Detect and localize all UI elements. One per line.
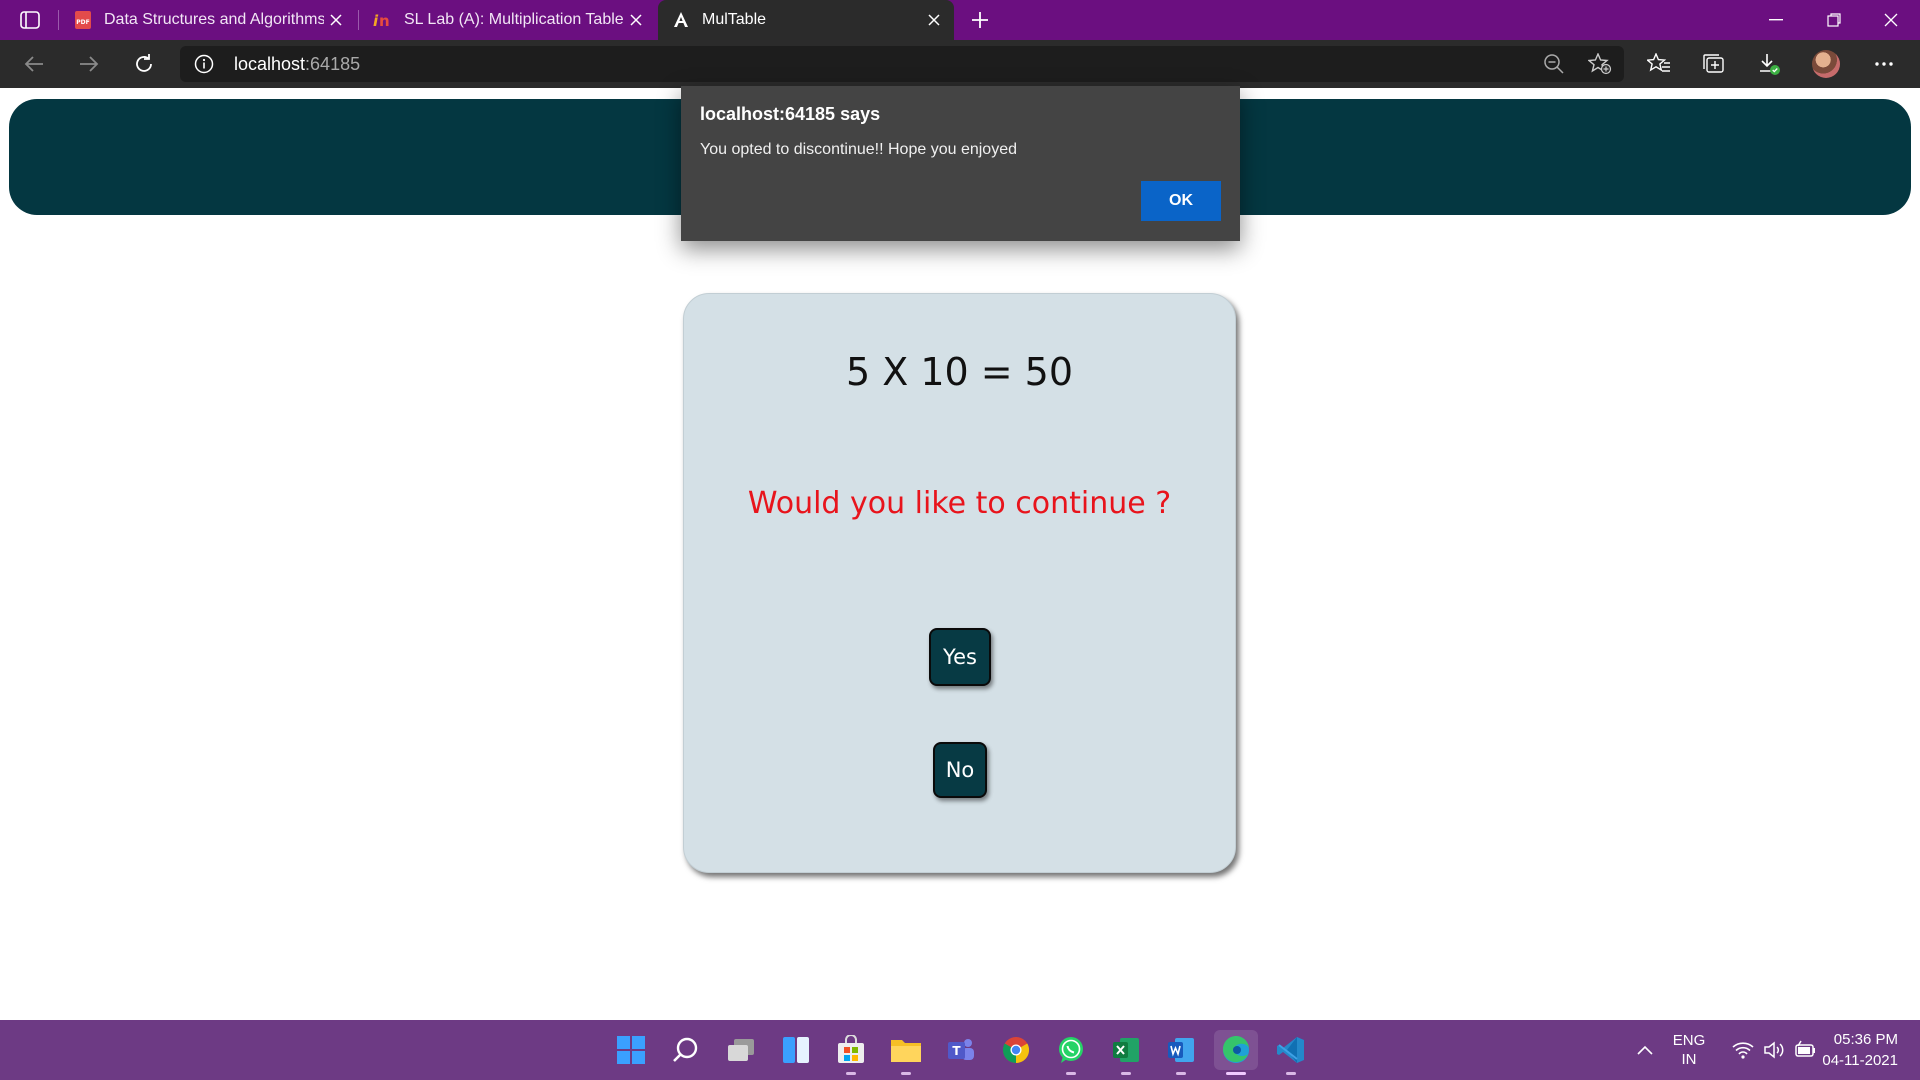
profile-avatar[interactable] xyxy=(1808,48,1844,80)
url-port: :64185 xyxy=(305,54,361,74)
whatsapp-icon[interactable] xyxy=(1051,1030,1091,1075)
svg-text:T: T xyxy=(952,1044,961,1058)
continue-question: Would you like to continue ? xyxy=(747,486,1172,521)
clock-date: 04-11-2021 xyxy=(1822,1052,1898,1069)
restore-icon[interactable] xyxy=(1806,0,1862,40)
url-text: localhost:64185 xyxy=(234,54,360,75)
tab-actions-icon[interactable] xyxy=(16,8,44,32)
close-tab-icon[interactable] xyxy=(624,8,648,32)
infosys-springboard-icon: in xyxy=(372,9,394,31)
tab-title: SL Lab (A): Multiplication Table u xyxy=(404,11,624,28)
svg-text:n: n xyxy=(379,12,390,29)
refresh-icon[interactable] xyxy=(126,48,162,80)
add-favorite-icon[interactable] xyxy=(1586,52,1614,76)
tab-sl-lab[interactable]: in SL Lab (A): Multiplication Table u xyxy=(360,0,656,40)
downloads-icon[interactable] xyxy=(1751,48,1787,80)
tab-title: Data Structures and Algorithms xyxy=(104,11,324,28)
collections-icon[interactable] xyxy=(1696,48,1732,80)
close-tab-icon[interactable] xyxy=(922,8,946,32)
tab-separator xyxy=(358,10,359,30)
excel-icon[interactable] xyxy=(1106,1030,1146,1075)
address-bar[interactable]: localhost:64185 xyxy=(180,46,1624,82)
teams-icon[interactable]: T xyxy=(941,1030,981,1070)
pdf-icon: PDF xyxy=(72,9,94,31)
more-menu-icon[interactable] xyxy=(1866,48,1902,80)
favorites-icon[interactable] xyxy=(1641,48,1677,80)
avatar xyxy=(1812,50,1840,78)
angular-icon xyxy=(670,9,692,31)
start-icon[interactable] xyxy=(611,1030,651,1070)
ok-button[interactable]: OK xyxy=(1141,181,1221,221)
back-arrow-icon[interactable] xyxy=(16,48,52,80)
show-hidden-icons-chevron-up-icon[interactable] xyxy=(1627,1030,1663,1070)
url-host: localhost xyxy=(234,54,306,74)
svg-text:PDF: PDF xyxy=(76,19,89,26)
zoom-out-icon[interactable] xyxy=(1540,52,1568,76)
tab-title: MulTable xyxy=(702,11,767,28)
task-view-icon[interactable] xyxy=(721,1030,761,1070)
microsoft-store-icon[interactable] xyxy=(831,1030,871,1075)
widgets-icon[interactable] xyxy=(776,1030,816,1070)
running-indicator xyxy=(1066,1072,1076,1075)
region-code: IN xyxy=(1681,1051,1697,1068)
windows-taskbar: T ENG IN 05:36 PM 04-11-2021 xyxy=(0,1020,1920,1080)
active-app-indicator xyxy=(1226,1072,1246,1075)
running-indicator xyxy=(1286,1072,1296,1075)
browser-tab-bar: PDF Data Structures and Algorithms in SL… xyxy=(0,0,1920,40)
search-icon[interactable] xyxy=(666,1030,706,1070)
running-indicator xyxy=(1121,1072,1131,1075)
file-explorer-icon[interactable] xyxy=(886,1030,926,1075)
new-tab-icon[interactable] xyxy=(966,6,994,34)
minimize-icon[interactable] xyxy=(1748,0,1804,40)
close-window-icon[interactable] xyxy=(1863,0,1919,40)
running-indicator xyxy=(901,1072,911,1075)
language-code: ENG xyxy=(1672,1032,1706,1049)
running-indicator xyxy=(1176,1072,1186,1075)
language-indicator[interactable]: ENG IN xyxy=(1664,1031,1714,1069)
tab-separator xyxy=(58,10,59,30)
close-tab-icon[interactable] xyxy=(324,8,348,32)
tab-multable[interactable]: MulTable xyxy=(658,0,954,40)
multiplication-card: 5 X 10 = 50 Would you like to continue ?… xyxy=(683,293,1236,873)
alert-dialog: localhost:64185 says You opted to discon… xyxy=(681,86,1240,241)
chrome-icon[interactable] xyxy=(996,1030,1036,1070)
tab-data-structures[interactable]: PDF Data Structures and Algorithms xyxy=(60,0,356,40)
clock-time: 05:36 PM xyxy=(1833,1031,1898,1048)
forward-arrow-icon[interactable] xyxy=(71,48,107,80)
edge-icon[interactable] xyxy=(1214,1030,1258,1075)
site-info-icon[interactable] xyxy=(194,54,214,74)
browser-toolbar: localhost:64185 xyxy=(0,40,1920,88)
word-icon[interactable] xyxy=(1161,1030,1201,1075)
system-clock[interactable]: 05:36 PM 04-11-2021 xyxy=(1822,1029,1898,1071)
quick-settings[interactable] xyxy=(1720,1030,1828,1070)
no-button[interactable]: No xyxy=(933,742,987,798)
equation-text: 5 X 10 = 50 xyxy=(845,350,1074,394)
dialog-message: You opted to discontinue!! Hope you enjo… xyxy=(700,141,1017,158)
running-indicator xyxy=(846,1072,856,1075)
dialog-title: localhost:64185 says xyxy=(700,104,881,124)
vscode-icon[interactable] xyxy=(1271,1030,1311,1075)
yes-button[interactable]: Yes xyxy=(929,628,991,686)
